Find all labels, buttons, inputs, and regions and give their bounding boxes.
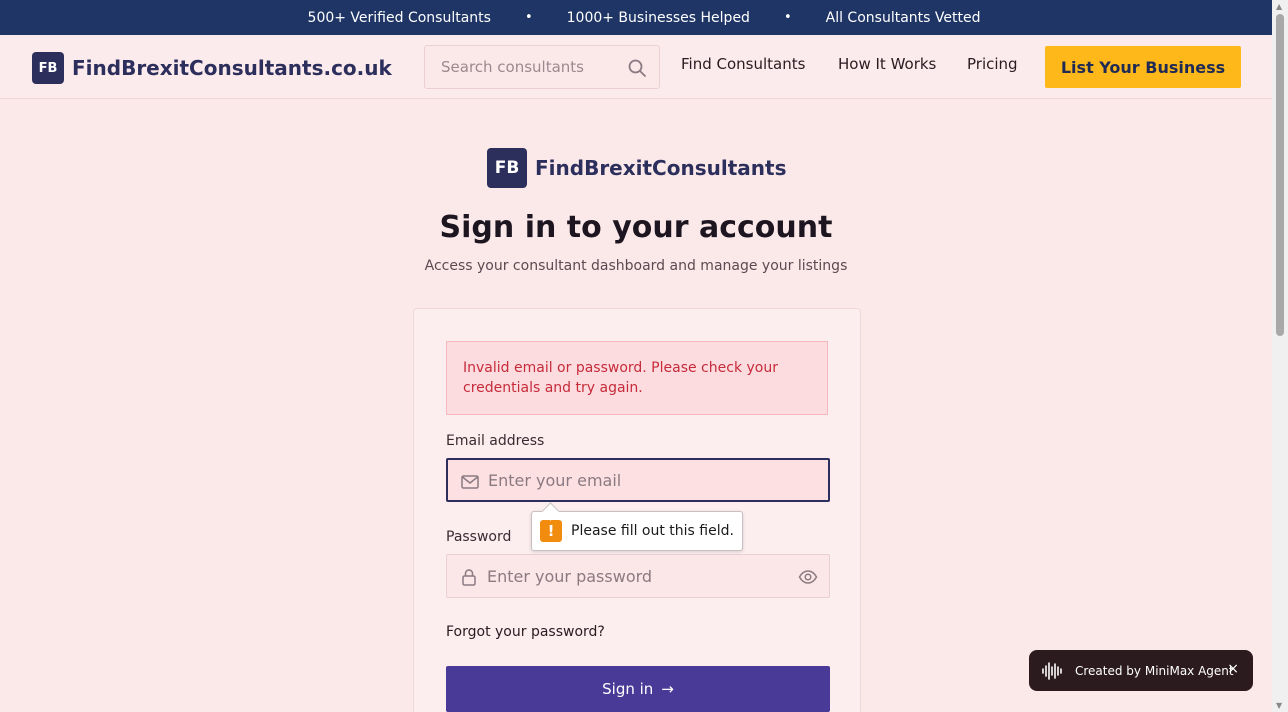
lock-icon — [462, 569, 476, 586]
error-alert: Invalid email or password. Please check … — [446, 341, 828, 415]
mail-icon — [461, 475, 479, 489]
announcement-bar: 500+ Verified Consultants • 1000+ Busine… — [0, 0, 1288, 35]
search-button[interactable] — [623, 54, 651, 82]
brand-home-link[interactable]: FB FindBrexitConsultants.co.uk — [32, 52, 392, 84]
separator-dot: • — [524, 10, 533, 25]
validation-tooltip: ! Please fill out this field. — [531, 511, 743, 551]
validation-message: Please fill out this field. — [571, 523, 734, 539]
sign-in-label: Sign in — [602, 680, 654, 698]
search-bar — [424, 45, 660, 89]
page-subtitle: Access your consultant dashboard and man… — [424, 258, 848, 274]
nav-find-consultants[interactable]: Find Consultants — [681, 55, 805, 73]
toggle-password-visibility-button[interactable] — [797, 566, 819, 588]
waveform-icon — [1042, 661, 1062, 680]
main-logo-badge: FB — [487, 148, 527, 188]
main-logo-name: FindBrexitConsultants — [535, 156, 787, 180]
nav-how-it-works[interactable]: How It Works — [838, 55, 936, 73]
arrow-right-icon: → — [661, 680, 674, 698]
email-field-wrapper — [446, 458, 830, 502]
brand-name: FindBrexitConsultants.co.uk — [72, 56, 392, 80]
badge-text: Created by MiniMax Agent — [1075, 663, 1234, 678]
email-input[interactable] — [488, 460, 808, 500]
password-input[interactable] — [487, 555, 807, 597]
scroll-up-icon[interactable]: ▲ — [1276, 2, 1282, 11]
forgot-password-link[interactable]: Forgot your password? — [446, 624, 605, 640]
eye-icon — [798, 570, 818, 584]
search-input[interactable] — [441, 58, 621, 76]
password-label: Password — [446, 529, 512, 545]
announcement-vetted: All Consultants Vetted — [825, 9, 981, 26]
brand-logo: FB — [32, 52, 64, 84]
minimax-agent-badge: Created by MiniMax Agent × — [1029, 650, 1253, 691]
announcement-verified: 500+ Verified Consultants — [307, 9, 491, 26]
main-logo-link[interactable]: FB FindBrexitConsultants — [487, 148, 786, 188]
nav-pricing[interactable]: Pricing — [967, 55, 1018, 73]
separator-dot: • — [783, 10, 792, 25]
password-field-wrapper — [446, 554, 830, 598]
warning-icon: ! — [540, 520, 562, 542]
announcement-businesses: 1000+ Businesses Helped — [566, 9, 750, 26]
scroll-down-icon[interactable]: ▼ — [1276, 701, 1282, 710]
list-your-business-button[interactable]: List Your Business — [1045, 46, 1241, 88]
close-icon[interactable]: × — [1227, 661, 1239, 677]
page-scrollbar[interactable]: ▲ ▼ — [1272, 0, 1288, 712]
email-label: Email address — [446, 433, 545, 449]
scrollbar-thumb[interactable] — [1276, 14, 1284, 336]
search-icon — [628, 59, 646, 77]
site-header: FB FindBrexitConsultants.co.uk Find Cons… — [0, 35, 1272, 99]
page-title: Sign in to your account — [439, 210, 833, 245]
sign-in-button[interactable]: Sign in → — [446, 666, 830, 712]
